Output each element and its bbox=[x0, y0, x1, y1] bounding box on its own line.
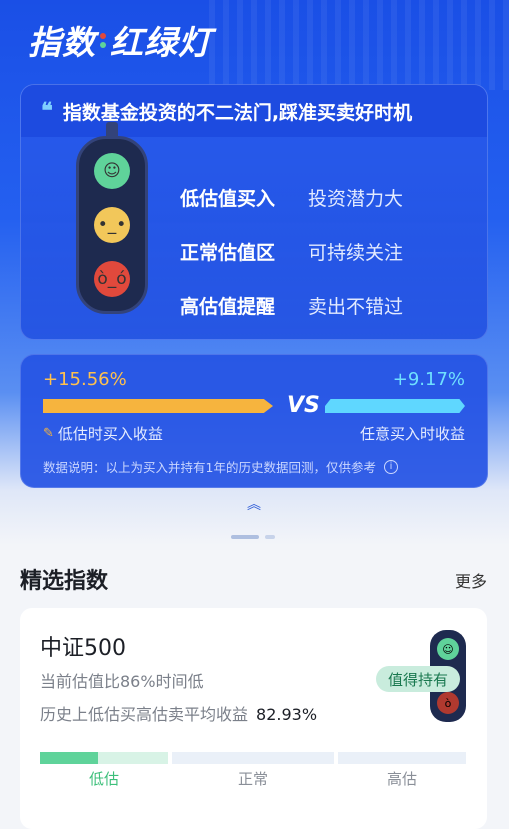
brand-title: 指数 红绿灯 bbox=[28, 18, 212, 62]
section-title: 精选指数 bbox=[20, 569, 109, 594]
hero-decoration bbox=[209, 0, 509, 90]
segment-label-high: 高估 bbox=[386, 770, 417, 788]
neutral-face-icon: •_• bbox=[94, 207, 130, 243]
compare-card: +15.56% +9.17% VS ✎ 低估时买入收益 任意买入时收益 数据说明… bbox=[20, 354, 488, 488]
history-return: 历史上低估买高估卖平均收益 82.93% bbox=[40, 701, 317, 725]
segment-label-normal: 正常 bbox=[237, 770, 268, 788]
hold-badge: 值得持有 bbox=[376, 666, 461, 692]
mini-smile-icon: ☺ bbox=[437, 638, 459, 660]
brand-part2: 红绿灯 bbox=[110, 23, 212, 62]
rules-list: 低估值买入 投资潜力大 正常估值区 可持续关注 高估值提醒 卖出不错过 bbox=[180, 170, 403, 332]
data-note: 数据说明：以上为买入并持有1年的历史数据回测，仅供参考 i bbox=[43, 457, 398, 476]
info-icon[interactable]: i bbox=[383, 459, 398, 474]
any-buy-label: 任意买入时收益 bbox=[359, 425, 465, 443]
fund-name: 中证500 bbox=[40, 636, 126, 661]
rule-value: 可持续关注 bbox=[308, 241, 404, 264]
carousel-dot[interactable] bbox=[265, 535, 275, 539]
intro-title: 指数基金投资的不二法门,踩准买卖好时机 bbox=[62, 101, 413, 124]
carousel-indicator bbox=[231, 535, 275, 539]
segment-low-fill bbox=[40, 752, 98, 764]
low-buy-return: +15.56% bbox=[43, 369, 127, 390]
rule-high: 高估值提醒 卖出不错过 bbox=[180, 278, 403, 332]
rule-low: 低估值买入 投资潜力大 bbox=[180, 170, 403, 224]
any-buy-return: +9.17% bbox=[392, 369, 465, 390]
rule-key: 高估值提醒 bbox=[180, 295, 276, 318]
rule-key: 低估值买入 bbox=[180, 187, 276, 210]
history-return-label: 历史上低估买高估卖平均收益 bbox=[40, 705, 249, 724]
segment-high bbox=[338, 752, 466, 764]
rule-value: 投资潜力大 bbox=[308, 187, 404, 210]
traffic-light-icon: ☺ •_• ò_ó bbox=[76, 136, 148, 314]
intro-header: ❝ 指数基金投资的不二法门,踩准买卖好时机 bbox=[21, 85, 487, 137]
fund-card[interactable]: 中证500 当前估值比86%时间低 历史上低估买高估卖平均收益 82.93% ☺ … bbox=[20, 608, 487, 829]
history-return-value: 82.93% bbox=[256, 705, 318, 724]
chevron-up-icon[interactable]: ︽ bbox=[242, 494, 266, 513]
quote-icon: ❝ bbox=[41, 98, 53, 124]
rule-value: 卖出不错过 bbox=[308, 295, 404, 318]
more-link[interactable]: 更多 bbox=[455, 568, 487, 592]
mini-angry-icon: ò bbox=[437, 692, 459, 714]
rule-normal: 正常估值区 可持续关注 bbox=[180, 224, 403, 278]
low-buy-label-wrap: ✎ 低估时买入收益 bbox=[43, 423, 163, 444]
hero-banner: 指数 红绿灯 ❝ 指数基金投资的不二法门,踩准买卖好时机 ☺ •_• ò_ó 低… bbox=[0, 0, 509, 545]
vs-label: VS bbox=[287, 393, 320, 418]
angry-face-icon: ò_ó bbox=[94, 261, 130, 297]
brand-part1: 指数 bbox=[28, 23, 96, 62]
segment-label-low: 低估 bbox=[88, 770, 119, 788]
any-buy-bar bbox=[325, 399, 465, 413]
valuation-percentile: 当前估值比86%时间低 bbox=[40, 672, 204, 691]
segment-normal bbox=[172, 752, 334, 764]
rule-key: 正常估值区 bbox=[180, 241, 276, 264]
smile-face-icon: ☺ bbox=[94, 153, 130, 189]
carousel-dot-active[interactable] bbox=[231, 535, 259, 539]
low-buy-bar bbox=[43, 399, 273, 413]
data-note-text: 数据说明：以上为买入并持有1年的历史数据回测，仅供参考 bbox=[43, 460, 376, 475]
brand-dots-icon bbox=[100, 32, 106, 48]
pen-icon: ✎ bbox=[43, 426, 54, 441]
low-buy-label: 低估时买入收益 bbox=[57, 425, 163, 443]
